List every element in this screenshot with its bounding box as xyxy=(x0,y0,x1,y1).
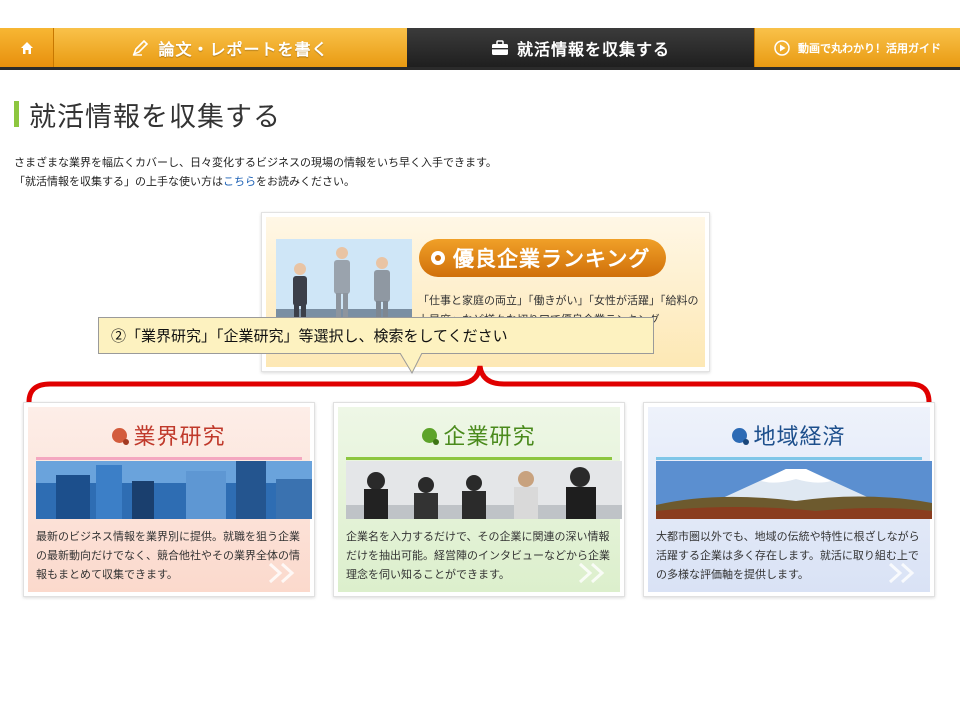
nav-tab-write-label: 論文・レポートを書く xyxy=(158,39,329,59)
bullet-dot-icon xyxy=(431,251,445,265)
title-underline xyxy=(656,457,922,460)
regional-economy-card-inner: 地域経済 大都市圏以外でも、地域の伝統や特性に根ざしながら活躍する企業は多く存在… xyxy=(648,407,932,592)
page-title-text: 就活情報を収集する xyxy=(29,101,281,133)
title-accent-bar xyxy=(14,101,19,127)
bullet-dot-icon xyxy=(112,427,130,445)
briefcase-icon xyxy=(491,39,509,56)
nav-tab-collect[interactable]: 就活情報を収集する xyxy=(407,28,754,67)
page-description: さまざまな業界を幅広くカバーし、日々変化するビジネスの現場の情報をいち早く入手で… xyxy=(14,153,497,191)
nav-home-button[interactable] xyxy=(0,28,54,67)
regional-economy-card[interactable]: 地域経済 大都市圏以外でも、地域の伝統や特性に根ざしながら活躍する企業は多く存在… xyxy=(643,402,935,597)
title-underline xyxy=(346,457,612,460)
double-chevron-right-icon xyxy=(888,562,915,584)
description-line-2-prefix: 「就活情報を収集する」の上手な使い方は xyxy=(14,175,223,188)
regional-economy-title-text: 地域経済 xyxy=(753,425,846,450)
company-research-title-text: 企業研究 xyxy=(443,425,536,450)
double-chevron-right-icon xyxy=(268,562,295,584)
industry-research-card[interactable]: 業界研究 最新のビジネス情報を業界別に提供。就職を狙う企業の最新動向だけでなく、… xyxy=(23,402,315,597)
description-line-2-suffix: をお読みください。 xyxy=(256,175,355,188)
industry-research-title: 業界研究 xyxy=(28,419,310,451)
page-title: 就活情報を収集する xyxy=(14,97,281,133)
video-play-icon xyxy=(774,39,790,56)
title-underline xyxy=(36,457,302,460)
callout-text: ②「業界研究」「企業研究」等選択し、検索をしてください xyxy=(111,327,508,345)
company-research-card-inner: 企業研究 企業名を入力するだけで、その企業に関連の深い情報だけを抽出可能。経営陣… xyxy=(338,407,622,592)
regional-economy-title: 地域経済 xyxy=(648,419,930,451)
company-research-title: 企業研究 xyxy=(338,419,620,451)
company-research-card[interactable]: 企業研究 企業名を入力するだけで、その企業に関連の深い情報だけを抽出可能。経営陣… xyxy=(333,402,625,597)
pen-icon xyxy=(132,39,150,56)
instruction-callout: ②「業界研究」「企業研究」等選択し、検索をしてください xyxy=(98,317,654,354)
ranking-title: 優良企業ランキング xyxy=(453,247,651,271)
industry-research-title-text: 業界研究 xyxy=(133,425,226,450)
double-chevron-right-icon xyxy=(578,562,605,584)
description-line-1: さまざまな業界を幅広くカバーし、日々変化するビジネスの現場の情報をいち早く入手で… xyxy=(14,156,497,169)
nav-tab-write[interactable]: 論文・レポートを書く xyxy=(54,28,407,67)
mount-fuji-image xyxy=(656,461,932,519)
nav-tab-guide-label: 動画で丸わかり！活用ガイド xyxy=(798,41,941,55)
ranking-title-badge: 優良企業ランキング xyxy=(419,239,666,277)
home-icon xyxy=(20,41,33,54)
usage-guide-link[interactable]: こちら xyxy=(223,175,256,188)
bullet-dot-icon xyxy=(732,427,750,445)
skyscrapers-image xyxy=(36,461,312,519)
top-navigation: 論文・レポートを書く 就活情報を収集する 動画で丸わかり！活用ガイド xyxy=(0,28,960,70)
nav-tab-collect-label: 就活情報を収集する xyxy=(516,39,670,59)
bullet-dot-icon xyxy=(422,427,440,445)
description-line-2: 「就活情報を収集する」の上手な使い方はこちらをお読みください。 xyxy=(14,172,497,191)
industry-research-card-inner: 業界研究 最新のビジネス情報を業界別に提供。就職を狙う企業の最新動向だけでなく、… xyxy=(28,407,312,592)
red-brace-annotation xyxy=(26,365,932,404)
business-meeting-image xyxy=(346,461,622,519)
nav-tab-guide[interactable]: 動画で丸わかり！活用ガイド xyxy=(754,28,960,67)
